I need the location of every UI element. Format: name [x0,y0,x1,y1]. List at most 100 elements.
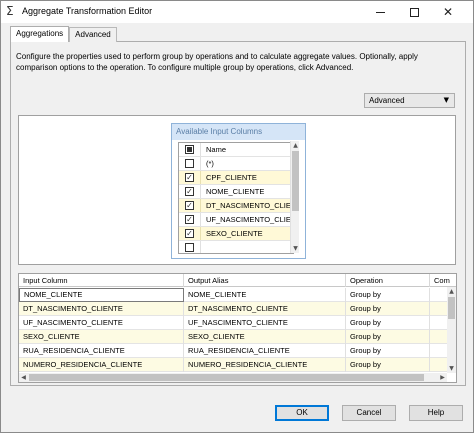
window-title: Aggregate Transformation Editor [22,6,153,16]
tab-advanced[interactable]: Advanced [69,27,117,42]
tab-strip: Aggregations Advanced [10,26,117,42]
indeterminate-icon [187,147,192,152]
checkmark-icon: ✓ [186,201,193,210]
column-header-comparison[interactable]: Com [430,274,456,287]
grid-horizontal-scrollbar[interactable]: ◀ ▶ [19,373,447,382]
scrollbar-thumb[interactable] [29,374,424,381]
column-label: CPF_CLIENTE [206,173,257,182]
available-columns-header-row: Name [179,143,293,157]
column-checkbox[interactable]: ✓ [185,201,194,210]
minimize-icon [375,11,385,13]
scrollbar-thumb[interactable] [448,297,455,319]
input-column-cell[interactable]: RUA_RESIDENCIA_CLIENTE [19,344,184,358]
scroll-up-icon[interactable]: ▲ [291,141,300,150]
sigma-icon: Σ [6,4,14,18]
table-row[interactable]: RUA_RESIDENCIA_CLIENTE RUA_RESIDENCIA_CL… [19,344,447,358]
operation-cell[interactable]: Group by [346,288,430,302]
input-column-cell[interactable]: SEXO_CLIENTE [19,330,184,344]
table-row[interactable]: DT_NASCIMENTO_CLIENTE DT_NASCIMENTO_CLIE… [19,302,447,316]
column-checkbox[interactable]: ✓ [185,173,194,182]
column-header-input-column[interactable]: Input Column [19,274,184,287]
checkbox-cell: ✓ [179,171,201,184]
aggregate-transformation-editor-window: Σ Aggregate Transformation Editor ✕ Aggr… [0,0,474,433]
list-item[interactable]: ✓ NOME_CLIENTE [179,185,293,199]
available-columns-list: Name (*) ✓ CPF_CLIENTE ✓ NOME_CLIENTE ✓ … [178,142,294,254]
grid-header: Input Column Output Alias Operation Com [19,274,456,287]
input-column-cell[interactable]: NUMERO_RESIDENCIA_CLIENTE [19,358,184,372]
available-columns-title: Available Input Columns [172,124,305,140]
input-column-cell[interactable]: DT_NASCIMENTO_CLIENTE [19,302,184,316]
checkbox-cell [179,157,201,170]
aggregations-grid: Input Column Output Alias Operation Com … [18,273,457,383]
output-alias-cell[interactable]: SEXO_CLIENTE [184,330,346,344]
table-row[interactable]: UF_NASCIMENTO_CLIENTE UF_NASCIMENTO_CLIE… [19,316,447,330]
select-all-checkbox[interactable] [185,145,194,154]
table-row[interactable]: SEXO_CLIENTE SEXO_CLIENTE Group by [19,330,447,344]
table-row[interactable]: NUMERO_RESIDENCIA_CLIENTE NUMERO_RESIDEN… [19,358,447,372]
operation-cell[interactable]: Group by [346,344,430,358]
scrollbar-thumb[interactable] [292,151,299,211]
tab-aggregations[interactable]: Aggregations [10,26,70,42]
checkmark-icon: ✓ [186,173,193,182]
output-alias-cell[interactable]: NUMERO_RESIDENCIA_CLIENTE [184,358,346,372]
close-button[interactable]: ✕ [431,1,465,23]
list-item[interactable]: ✓ CPF_CLIENTE [179,171,293,185]
list-item[interactable]: ✓ UF_NASCIMENTO_CLIENTE [179,213,293,227]
scroll-down-icon[interactable]: ▼ [447,364,456,373]
grid-vertical-scrollbar[interactable]: ▲ ▼ [447,287,456,373]
header-checkbox-cell [179,143,201,156]
scroll-up-icon[interactable]: ▲ [447,287,456,296]
column-checkbox[interactable]: ✓ [185,215,194,224]
advanced-toggle-label: Advanced [369,96,405,105]
column-header-name: Name [206,145,227,154]
column-header-operation[interactable]: Operation [346,274,430,287]
double-chevron-down-icon: ▼ [443,96,449,104]
table-row[interactable]: NOME_CLIENTE NOME_CLIENTE Group by [19,288,447,302]
column-label: NOME_CLIENTE [206,187,265,196]
column-checkbox[interactable] [185,243,194,252]
column-checkbox[interactable] [185,159,194,168]
checkmark-icon: ✓ [186,229,193,238]
close-icon: ✕ [442,5,454,19]
list-item[interactable] [179,241,293,253]
operation-cell[interactable]: Group by [346,302,430,316]
checkmark-icon: ✓ [186,215,193,224]
cancel-button[interactable]: Cancel [342,405,396,421]
description-text: Configure the properties used to perform… [16,52,418,72]
column-header-output-alias[interactable]: Output Alias [184,274,346,287]
scroll-left-icon[interactable]: ◀ [19,373,28,382]
column-checkbox[interactable]: ✓ [185,187,194,196]
operation-cell[interactable]: Group by [346,316,430,330]
checkbox-cell: ✓ [179,213,201,226]
column-label: SEXO_CLIENTE [206,229,263,238]
checkmark-icon: ✓ [186,187,193,196]
output-alias-cell[interactable]: NOME_CLIENTE [184,288,346,302]
output-alias-cell[interactable]: UF_NASCIMENTO_CLIENTE [184,316,346,330]
advanced-toggle-button[interactable]: Advanced ▼ [364,93,455,108]
input-column-cell[interactable]: UF_NASCIMENTO_CLIENTE [19,316,184,330]
list-item[interactable]: ✓ DT_NASCIMENTO_CLIENTE [179,199,293,213]
operation-cell[interactable]: Group by [346,330,430,344]
checkbox-cell: ✓ [179,185,201,198]
list-item[interactable]: ✓ SEXO_CLIENTE [179,227,293,241]
column-checkbox[interactable]: ✓ [185,229,194,238]
minimize-button[interactable] [363,1,397,23]
list-item[interactable]: (*) [179,157,293,171]
maximize-button[interactable] [397,1,431,23]
title-bar: Σ Aggregate Transformation Editor ✕ [1,1,473,23]
scroll-down-icon[interactable]: ▼ [291,244,300,253]
column-label: (*) [206,159,214,168]
output-alias-cell[interactable]: RUA_RESIDENCIA_CLIENTE [184,344,346,358]
column-label: UF_NASCIMENTO_CLIENTE [206,215,293,224]
scroll-right-icon[interactable]: ▶ [438,373,447,382]
ok-button[interactable]: OK [275,405,329,421]
available-columns-scrollbar[interactable]: ▲ ▼ [290,141,299,253]
help-button[interactable]: Help [409,405,463,421]
maximize-icon [409,7,419,17]
checkbox-cell: ✓ [179,199,201,212]
column-label: DT_NASCIMENTO_CLIENTE [206,201,293,210]
output-alias-cell[interactable]: DT_NASCIMENTO_CLIENTE [184,302,346,316]
checkbox-cell: ✓ [179,227,201,240]
input-column-cell[interactable]: NOME_CLIENTE [19,288,184,302]
operation-cell[interactable]: Group by [346,358,430,372]
